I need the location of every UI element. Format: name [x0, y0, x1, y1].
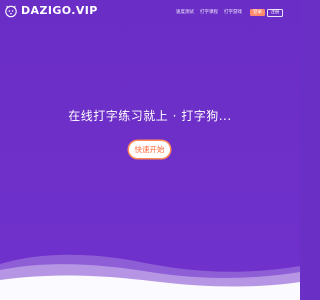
- nav-speed-test[interactable]: 速度测试: [176, 8, 194, 17]
- login-button[interactable]: 登录: [250, 9, 265, 16]
- top-nav: 速度测试 打字课程 打字游戏 登录 注册: [170, 8, 283, 17]
- hero-section: DAZIGO.VIP 速度测试 打字课程 打字游戏 登录 注册 在线打字练习就上…: [0, 0, 300, 300]
- nav-typing-course[interactable]: 打字课程: [200, 8, 218, 17]
- quick-start-button[interactable]: 快速开始: [129, 141, 170, 158]
- brand-name: DAZIGO.VIP: [21, 4, 98, 17]
- site-logo[interactable]: DAZIGO.VIP: [4, 3, 98, 19]
- register-button[interactable]: 注册: [267, 8, 283, 17]
- nav-typing-game[interactable]: 打字游戏: [224, 8, 242, 17]
- wave-decoration: [0, 254, 300, 300]
- dog-mascot-icon: [5, 5, 17, 18]
- hero-headline: 在线打字练习就上 · 打字狗...: [68, 109, 232, 123]
